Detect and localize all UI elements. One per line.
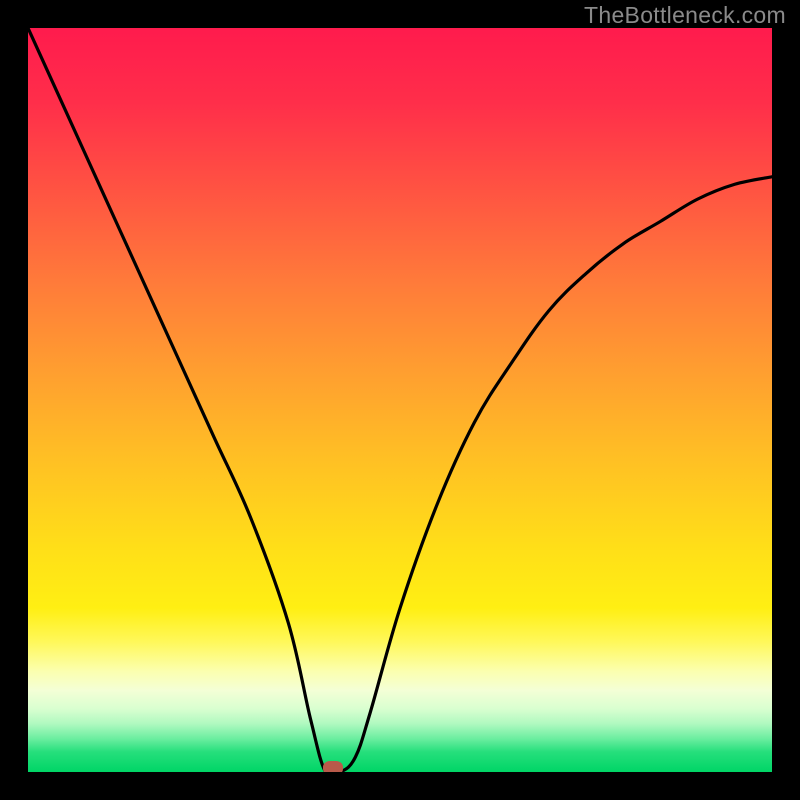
bottleneck-curve bbox=[28, 28, 772, 772]
plot-area bbox=[28, 28, 772, 772]
chart-frame: TheBottleneck.com bbox=[0, 0, 800, 800]
watermark-text: TheBottleneck.com bbox=[584, 2, 786, 29]
curve-layer bbox=[28, 28, 772, 772]
optimal-point-marker bbox=[323, 761, 343, 772]
